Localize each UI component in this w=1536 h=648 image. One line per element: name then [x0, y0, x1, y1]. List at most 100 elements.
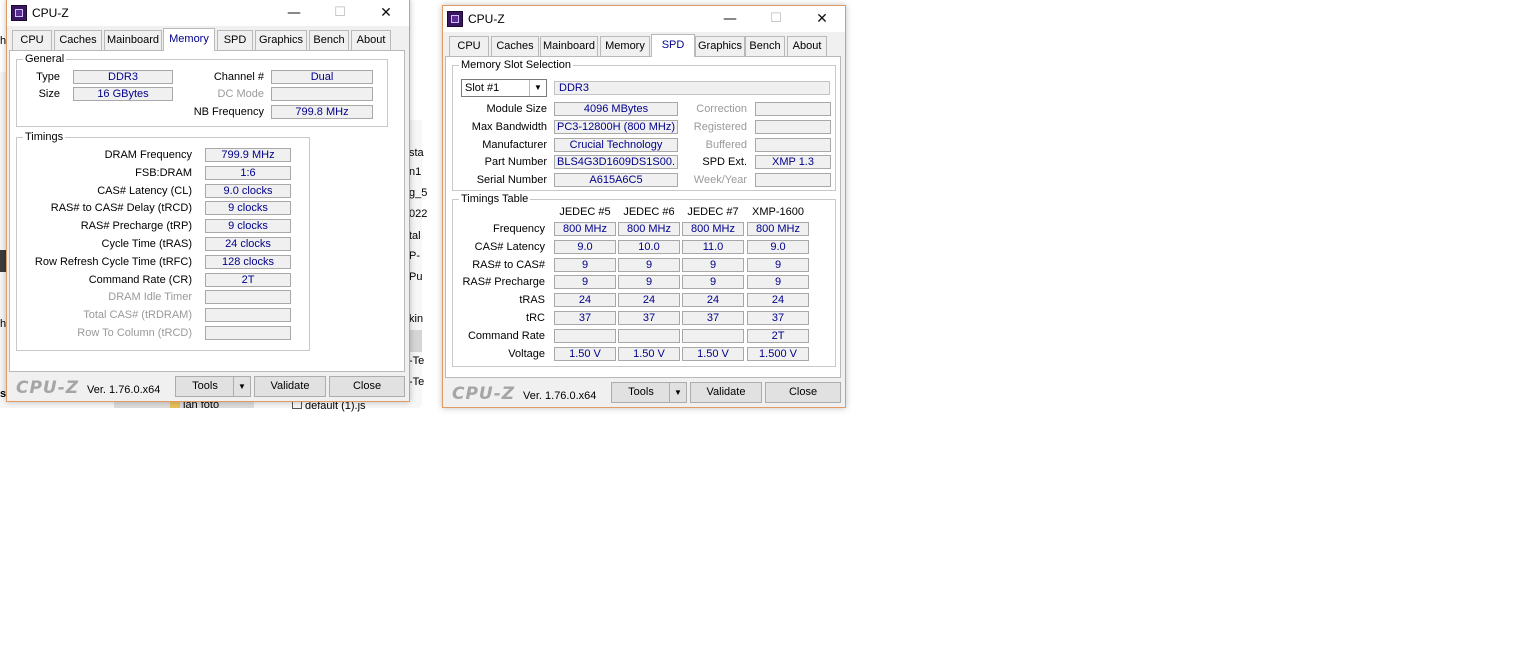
close-button[interactable]: Close [329, 376, 405, 397]
timings-column-header: JEDEC #6 [623, 206, 675, 218]
background-text: tal [409, 230, 421, 242]
slot-info-label: Serial Number [476, 174, 547, 187]
chevron-down-icon[interactable]: ▼ [233, 377, 250, 396]
maximize-button[interactable]: ☐ [753, 6, 799, 32]
timing-label: Row To Column (tRCD) [77, 327, 192, 339]
minimize-button[interactable]: — [707, 6, 753, 32]
window-title: CPU-Z [468, 12, 505, 26]
tools-button[interactable]: Tools ▼ [175, 376, 251, 397]
timings-cell: 9 [682, 257, 744, 272]
tab-about[interactable]: About [351, 30, 391, 50]
close-button[interactable]: Close [765, 382, 841, 403]
timings-cell: 9 [618, 275, 680, 290]
timings-cell: 800 MHz [554, 222, 616, 236]
validate-button[interactable]: Validate [690, 382, 762, 403]
timings-cell: 11.0 [682, 239, 744, 254]
timing-label: Total CAS# (tRDRAM) [83, 309, 192, 322]
timings-cell: 800 MHz [747, 222, 809, 236]
tab-memory[interactable]: Memory [163, 28, 215, 51]
slot-select-value: Slot #1 [465, 82, 500, 94]
tab-mainboard[interactable]: Mainboard [540, 36, 598, 56]
timing-value: 9.0 clocks [205, 183, 291, 198]
timings-cell: 1.50 V [682, 346, 744, 361]
timings-cell [554, 328, 616, 343]
slot-info-value [755, 119, 831, 134]
tab-mainboard[interactable]: Mainboard [104, 30, 162, 50]
slot-info-label: Part Number [484, 156, 547, 169]
tab-spd[interactable]: SPD [651, 34, 695, 57]
chevron-down-icon[interactable]: ▼ [529, 80, 546, 96]
dc-mode-label: DC Mode [217, 88, 264, 100]
tools-label: Tools [628, 386, 654, 398]
tab-graphics[interactable]: Graphics [255, 30, 307, 50]
tab-bench[interactable]: Bench [309, 30, 349, 50]
window-title: CPU-Z [32, 6, 69, 20]
validate-button[interactable]: Validate [254, 376, 326, 397]
channel-value: Dual [271, 70, 373, 84]
tab-graphics[interactable]: Graphics [695, 36, 745, 56]
timings-cell: 9.0 [554, 239, 616, 254]
timing-label: CAS# Latency (CL) [97, 184, 192, 197]
timings-column-header: JEDEC #7 [687, 206, 739, 218]
version-label: Ver. 1.76.0.x64 [87, 384, 161, 396]
timings-cell: 9 [554, 257, 616, 272]
nb-frequency-value: 799.8 MHz [271, 105, 373, 119]
tab-cpu[interactable]: CPU [12, 30, 52, 50]
timings-cell: 24 [747, 293, 809, 308]
slot-info-value: PC3-12800H (800 MHz) [554, 119, 678, 134]
tools-button[interactable]: Tools ▼ [611, 382, 687, 403]
timings-cell [618, 328, 680, 343]
version-label: Ver. 1.76.0.x64 [523, 390, 597, 402]
title-bar[interactable]: CPU-Z — ☐ ✕ [443, 6, 845, 32]
timings-cell: 37 [554, 311, 616, 325]
timings-cell: 37 [618, 311, 680, 325]
maximize-button[interactable]: ☐ [317, 0, 363, 26]
cpuz-logo: CPU-Z [16, 378, 80, 398]
tab-bench[interactable]: Bench [745, 36, 785, 56]
timing-value [205, 308, 291, 323]
timings-cell: 9.0 [747, 239, 809, 254]
slot-select[interactable]: Slot #1 ▼ [461, 79, 547, 97]
timings-cell: 2T [747, 328, 809, 343]
timings-row-label: Frequency [493, 223, 545, 235]
general-group: General Type DDR3 Size 16 GBytes Channel… [16, 53, 388, 127]
timings-cell: 9 [554, 275, 616, 290]
tab-about[interactable]: About [787, 36, 827, 56]
tab-caches[interactable]: Caches [54, 30, 102, 50]
timing-label: RAS# Precharge (tRP) [80, 220, 192, 233]
slot-info-value [755, 173, 831, 188]
dc-mode-value [271, 87, 373, 101]
timings-row-label: RAS# to CAS# [472, 258, 545, 271]
chevron-down-icon[interactable]: ▼ [669, 383, 686, 402]
timing-value: 128 clocks [205, 254, 291, 269]
group-title: General [23, 53, 67, 65]
type-label: Type [36, 71, 60, 83]
tab-spd[interactable]: SPD [217, 30, 253, 50]
timing-value: 2T [205, 272, 291, 287]
timings-cell: 1.50 V [618, 346, 680, 361]
size-value: 16 GBytes [73, 87, 173, 101]
cpuz-logo: CPU-Z [452, 384, 516, 404]
minimize-button[interactable]: — [271, 0, 317, 26]
tab-caches[interactable]: Caches [491, 36, 539, 56]
timing-value: 9 clocks [205, 201, 291, 216]
timing-label: DRAM Frequency [104, 149, 192, 161]
slot-info-label: Manufacturer [482, 138, 547, 151]
memory-type-value: DDR3 [554, 81, 830, 95]
slot-info-value [755, 102, 831, 116]
timing-label: Row Refresh Cycle Time (tRFC) [34, 255, 192, 268]
title-bar[interactable]: CPU-Z — ☐ ✕ [7, 0, 409, 26]
timing-value: 799.9 MHz [205, 148, 291, 162]
tab-cpu[interactable]: CPU [449, 36, 489, 56]
tab-bar: CPU Caches Mainboard Memory SPD Graphics… [443, 34, 845, 57]
timings-cell: 24 [618, 293, 680, 308]
slot-info-value: XMP 1.3 [755, 155, 831, 170]
cpuz-window-spd: CPU-Z — ☐ ✕ CPU Caches Mainboard Memory … [442, 5, 846, 408]
timings-row-label: Command Rate [467, 329, 545, 342]
close-window-button[interactable]: ✕ [799, 6, 845, 32]
close-window-button[interactable]: ✕ [363, 0, 409, 26]
slot-info-label: Max Bandwidth [471, 120, 547, 133]
slot-info-label: SPD Ext. [702, 156, 747, 169]
timing-value: 9 clocks [205, 219, 291, 234]
tab-memory[interactable]: Memory [600, 36, 650, 56]
